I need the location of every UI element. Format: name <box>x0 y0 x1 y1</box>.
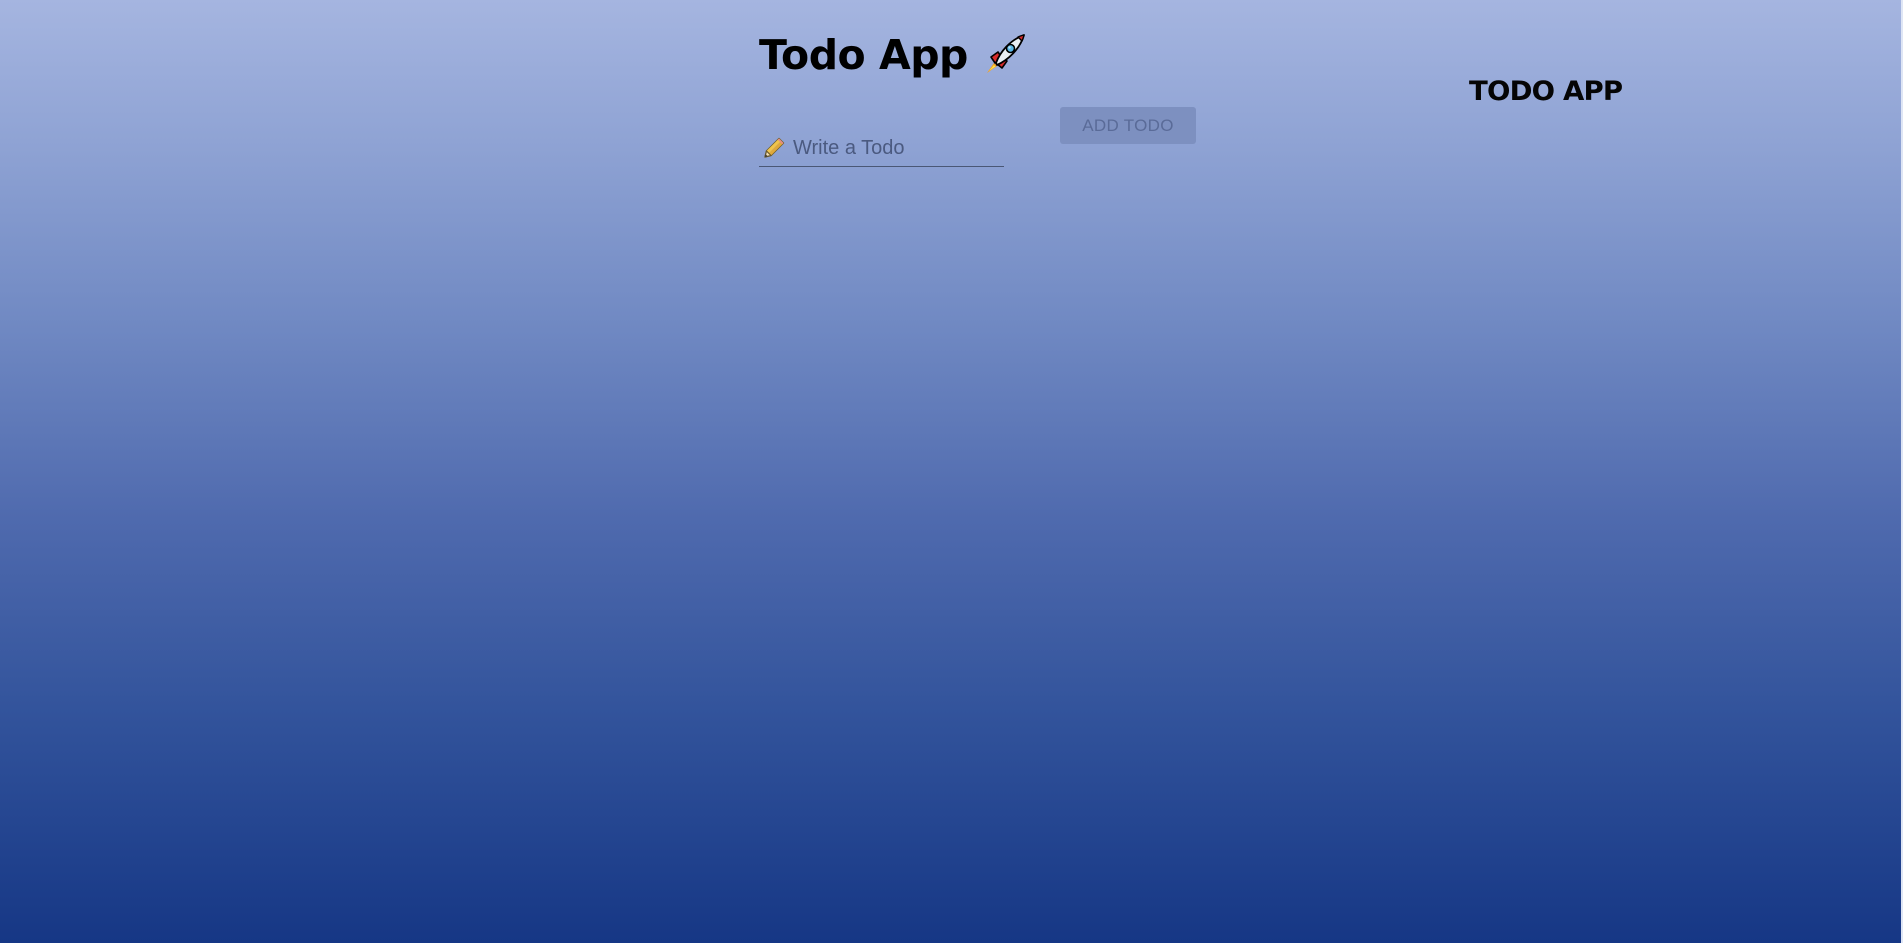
pencil-icon <box>761 135 787 161</box>
todo-input[interactable] <box>793 136 993 160</box>
todo-form <box>759 130 1004 167</box>
app-page: Todo App Write a Todo ADD TODO TODO APP <box>0 0 1903 943</box>
logo-text: TODO APP <box>1469 76 1623 107</box>
add-todo-button[interactable]: ADD TODO <box>1060 107 1196 144</box>
page-title-text: Todo App <box>759 31 968 79</box>
rocket-icon <box>980 30 1030 80</box>
page-title: Todo App <box>759 28 1030 82</box>
